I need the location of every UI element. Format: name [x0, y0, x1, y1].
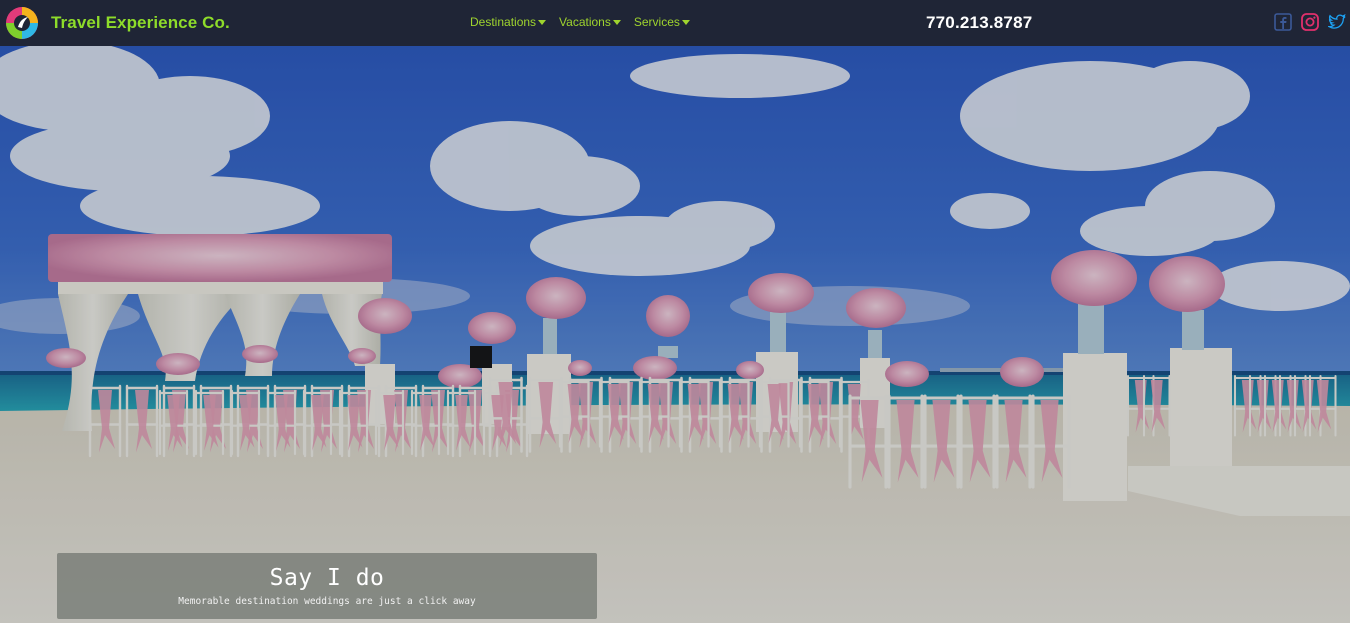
nav-item-label: Destinations [470, 15, 537, 29]
nav-item-vacations[interactable]: Vacations [559, 15, 621, 29]
caret-down-icon [681, 19, 690, 25]
hero-subtitle: Memorable destination weddings are just … [178, 596, 476, 607]
nav-item-label: Services [633, 15, 680, 29]
hero-title: Say I do [269, 565, 385, 591]
brand-name: Travel Experience Co. [51, 13, 230, 32]
instagram-icon[interactable] [1301, 13, 1319, 31]
top-navbar: Travel Experience Co. Destinations Vacat… [0, 0, 1350, 46]
nav-item-destinations[interactable]: Destinations [470, 15, 547, 29]
nav-item-label: Vacations [559, 15, 611, 29]
hero-banner [0, 46, 1350, 623]
facebook-icon[interactable] [1274, 13, 1292, 31]
main-menu: Destinations Vacations Services [470, 15, 703, 29]
twitter-icon[interactable] [1328, 13, 1346, 31]
nav-item-services[interactable]: Services [634, 15, 690, 29]
hero-caption-box: Say I do Memorable destination weddings … [57, 553, 597, 619]
social-links [1265, 13, 1346, 31]
caret-down-icon [612, 19, 621, 25]
phone-number[interactable]: 770.213.8787 [926, 13, 1032, 33]
brand-logo-icon [6, 7, 38, 39]
caret-down-icon [538, 19, 547, 25]
brand[interactable]: Travel Experience Co. [5, 6, 230, 40]
hero-beach-wedding-image [0, 46, 1350, 623]
